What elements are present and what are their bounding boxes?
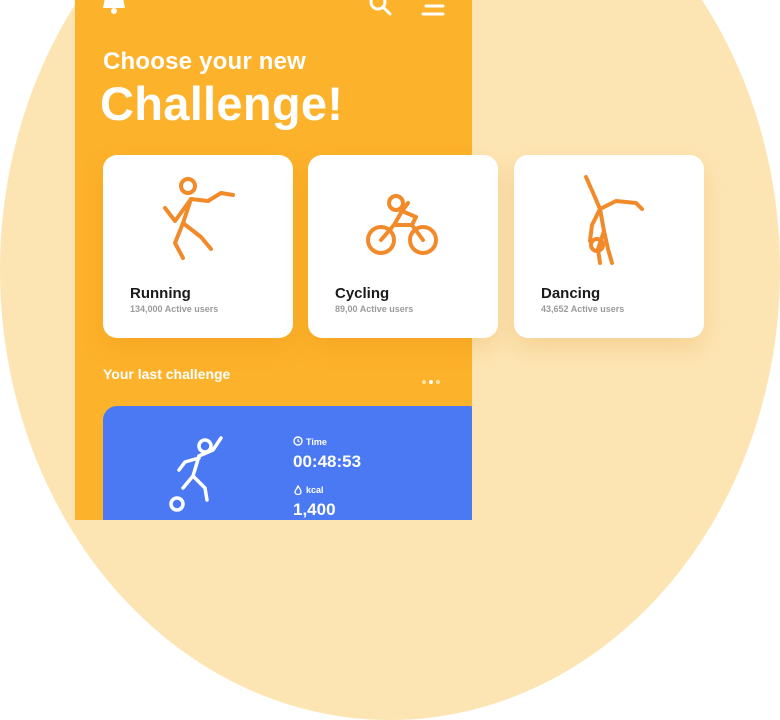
challenge-users: 43,652 Active users <box>541 304 625 314</box>
time-value: 00:48:53 <box>293 452 362 471</box>
challenge-card-running[interactable]: Running 134,000 Active users <box>103 155 293 338</box>
header-subtitle: Choose your new <box>103 48 307 75</box>
menu-icon[interactable] <box>420 0 446 18</box>
challenge-name: Cycling <box>335 285 390 302</box>
bell-icon[interactable] <box>101 0 129 16</box>
pager-dot[interactable] <box>436 380 440 384</box>
challenge-users: 134,000 Active users <box>130 304 219 314</box>
kcal-value: 1,400 <box>293 500 336 519</box>
challenge-card-dancing[interactable]: Dancing 43,652 Active users <box>514 155 704 338</box>
challenge-name: Running <box>130 285 191 302</box>
kcal-label: kcal <box>306 485 324 495</box>
section-title-last-challenge: Your last challenge <box>103 366 231 382</box>
pager-dots[interactable] <box>422 371 443 389</box>
soccer-player-icon <box>169 436 223 512</box>
clock-icon <box>293 436 303 446</box>
challenge-name: Dancing <box>541 285 601 302</box>
pager-dot-active[interactable] <box>429 380 433 384</box>
search-icon[interactable] <box>368 0 394 18</box>
last-challenge-card[interactable]: Time 00:48:53 kcal 1,400 <box>103 406 472 520</box>
running-icon <box>163 177 235 260</box>
dancing-icon <box>584 175 644 265</box>
challenge-card-cycling[interactable]: Cycling 89,00 Active users <box>308 155 498 338</box>
challenge-users: 89,00 Active users <box>335 304 414 314</box>
cycling-icon <box>366 194 438 255</box>
page-title: Challenge! <box>100 77 344 130</box>
flame-icon <box>294 485 302 495</box>
time-label: Time <box>306 437 327 447</box>
pager-dot[interactable] <box>422 380 426 384</box>
